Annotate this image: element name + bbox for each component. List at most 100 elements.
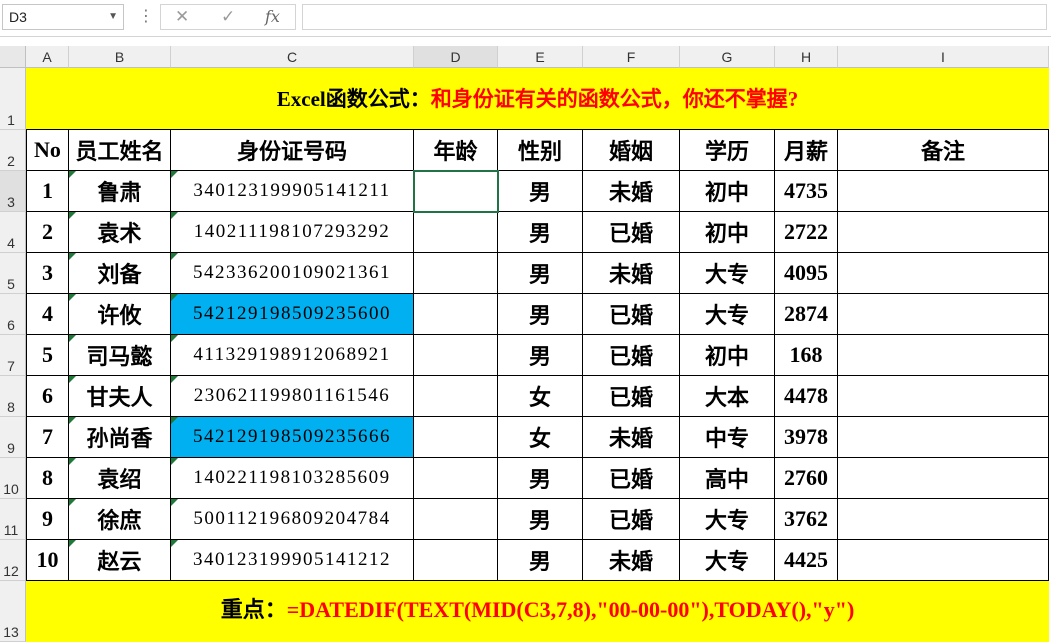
table-cell-sex[interactable]: 男 xyxy=(498,171,583,212)
table-cell-age[interactable] xyxy=(414,253,498,294)
table-cell-note[interactable] xyxy=(838,294,1049,335)
column-header-e[interactable]: E xyxy=(498,46,583,68)
table-cell-note[interactable] xyxy=(838,376,1049,417)
table-cell-sex[interactable]: 女 xyxy=(498,376,583,417)
table-cell-salary[interactable]: 3978 xyxy=(775,417,838,458)
table-cell-note[interactable] xyxy=(838,335,1049,376)
row-header-9[interactable]: 9 xyxy=(0,417,26,458)
table-cell-note[interactable] xyxy=(838,458,1049,499)
more-options-icon[interactable]: ⋮ xyxy=(138,6,154,26)
column-header-h[interactable]: H xyxy=(775,46,838,68)
column-header-f[interactable]: F xyxy=(583,46,680,68)
row-header-12[interactable]: 12 xyxy=(0,540,26,581)
table-cell-marriage[interactable]: 已婚 xyxy=(583,499,680,540)
select-all-corner[interactable] xyxy=(0,46,26,68)
formula-bar-input[interactable] xyxy=(302,4,1047,30)
table-cell-id[interactable]: 140221198103285609 xyxy=(171,458,414,499)
header-cell[interactable]: 学历 xyxy=(680,130,775,171)
table-cell-salary[interactable]: 4425 xyxy=(775,540,838,581)
table-cell-sex[interactable]: 女 xyxy=(498,417,583,458)
header-cell[interactable]: 婚姻 xyxy=(583,130,680,171)
table-cell-no[interactable]: 2 xyxy=(26,212,69,253)
table-cell-edu[interactable]: 大专 xyxy=(680,294,775,335)
table-cell-marriage[interactable]: 未婚 xyxy=(583,253,680,294)
column-header-c[interactable]: C xyxy=(171,46,414,68)
table-cell-edu[interactable]: 高中 xyxy=(680,458,775,499)
column-header-b[interactable]: B xyxy=(69,46,171,68)
table-cell-edu[interactable]: 初中 xyxy=(680,212,775,253)
table-cell-no[interactable]: 8 xyxy=(26,458,69,499)
header-cell[interactable]: 月薪 xyxy=(775,130,838,171)
table-cell-name[interactable]: 司马懿 xyxy=(69,335,171,376)
table-cell-edu[interactable]: 大专 xyxy=(680,540,775,581)
table-cell-age[interactable] xyxy=(414,294,498,335)
table-cell-id[interactable]: 340123199905141211 xyxy=(171,171,414,212)
table-cell-edu[interactable]: 初中 xyxy=(680,171,775,212)
table-cell-sex[interactable]: 男 xyxy=(498,335,583,376)
table-cell-edu[interactable]: 大专 xyxy=(680,499,775,540)
table-cell-note[interactable] xyxy=(838,171,1049,212)
table-cell-id[interactable]: 411329198912068921 xyxy=(171,335,414,376)
header-cell[interactable]: 员工姓名 xyxy=(69,130,171,171)
header-cell[interactable]: 身份证号码 xyxy=(171,130,414,171)
row-header-8[interactable]: 8 xyxy=(0,376,26,417)
table-cell-name[interactable]: 袁绍 xyxy=(69,458,171,499)
table-cell-edu[interactable]: 初中 xyxy=(680,335,775,376)
table-cell-age[interactable] xyxy=(414,458,498,499)
table-cell-marriage[interactable]: 未婚 xyxy=(583,540,680,581)
table-cell-no[interactable]: 6 xyxy=(26,376,69,417)
column-header-g[interactable]: G xyxy=(680,46,775,68)
table-cell-edu[interactable]: 大本 xyxy=(680,376,775,417)
header-cell[interactable]: No xyxy=(26,130,69,171)
confirm-icon[interactable]: ✓ xyxy=(221,5,235,29)
table-cell-age[interactable] xyxy=(414,540,498,581)
table-cell-salary[interactable]: 3762 xyxy=(775,499,838,540)
table-cell-note[interactable] xyxy=(838,540,1049,581)
table-cell-sex[interactable]: 男 xyxy=(498,212,583,253)
table-cell-salary[interactable]: 4478 xyxy=(775,376,838,417)
table-cell-sex[interactable]: 男 xyxy=(498,540,583,581)
row-header-3[interactable]: 3 xyxy=(0,171,26,212)
table-cell-id[interactable]: 230621199801161546 xyxy=(171,376,414,417)
table-cell-sex[interactable]: 男 xyxy=(498,458,583,499)
table-cell-name[interactable]: 刘备 xyxy=(69,253,171,294)
table-cell-age[interactable] xyxy=(414,417,498,458)
header-cell[interactable]: 年龄 xyxy=(414,130,498,171)
table-cell-age[interactable] xyxy=(414,499,498,540)
table-cell-note[interactable] xyxy=(838,499,1049,540)
table-cell-id[interactable]: 542129198509235666 xyxy=(171,417,414,458)
table-cell-no[interactable]: 1 xyxy=(26,171,69,212)
column-header-i[interactable]: I xyxy=(838,46,1049,68)
table-cell-no[interactable]: 5 xyxy=(26,335,69,376)
table-cell-age[interactable] xyxy=(414,171,498,212)
table-cell-note[interactable] xyxy=(838,253,1049,294)
row-header-1[interactable]: 1 xyxy=(0,68,26,130)
table-cell-salary[interactable]: 2874 xyxy=(775,294,838,335)
table-cell-sex[interactable]: 男 xyxy=(498,294,583,335)
table-cell-name[interactable]: 袁术 xyxy=(69,212,171,253)
column-header-a[interactable]: A xyxy=(26,46,69,68)
table-cell-no[interactable]: 4 xyxy=(26,294,69,335)
table-cell-salary[interactable]: 4095 xyxy=(775,253,838,294)
cancel-icon[interactable]: ✕ xyxy=(175,5,189,29)
table-cell-sex[interactable]: 男 xyxy=(498,499,583,540)
table-cell-name[interactable]: 许攸 xyxy=(69,294,171,335)
table-cell-name[interactable]: 鲁肃 xyxy=(69,171,171,212)
column-header-d[interactable]: D xyxy=(414,46,498,68)
header-cell[interactable]: 备注 xyxy=(838,130,1049,171)
table-cell-salary[interactable]: 2722 xyxy=(775,212,838,253)
table-cell-marriage[interactable]: 已婚 xyxy=(583,376,680,417)
row-header-6[interactable]: 6 xyxy=(0,294,26,335)
row-header-2[interactable]: 2 xyxy=(0,130,26,171)
table-cell-no[interactable]: 3 xyxy=(26,253,69,294)
table-cell-id[interactable]: 340123199905141212 xyxy=(171,540,414,581)
table-cell-marriage[interactable]: 已婚 xyxy=(583,458,680,499)
table-cell-name[interactable]: 赵云 xyxy=(69,540,171,581)
table-cell-marriage[interactable]: 未婚 xyxy=(583,417,680,458)
table-cell-age[interactable] xyxy=(414,376,498,417)
table-cell-id[interactable]: 542336200109021361 xyxy=(171,253,414,294)
table-cell-marriage[interactable]: 已婚 xyxy=(583,212,680,253)
table-cell-edu[interactable]: 中专 xyxy=(680,417,775,458)
insert-function-icon[interactable]: fx xyxy=(265,5,280,29)
row-header-11[interactable]: 11 xyxy=(0,499,26,540)
